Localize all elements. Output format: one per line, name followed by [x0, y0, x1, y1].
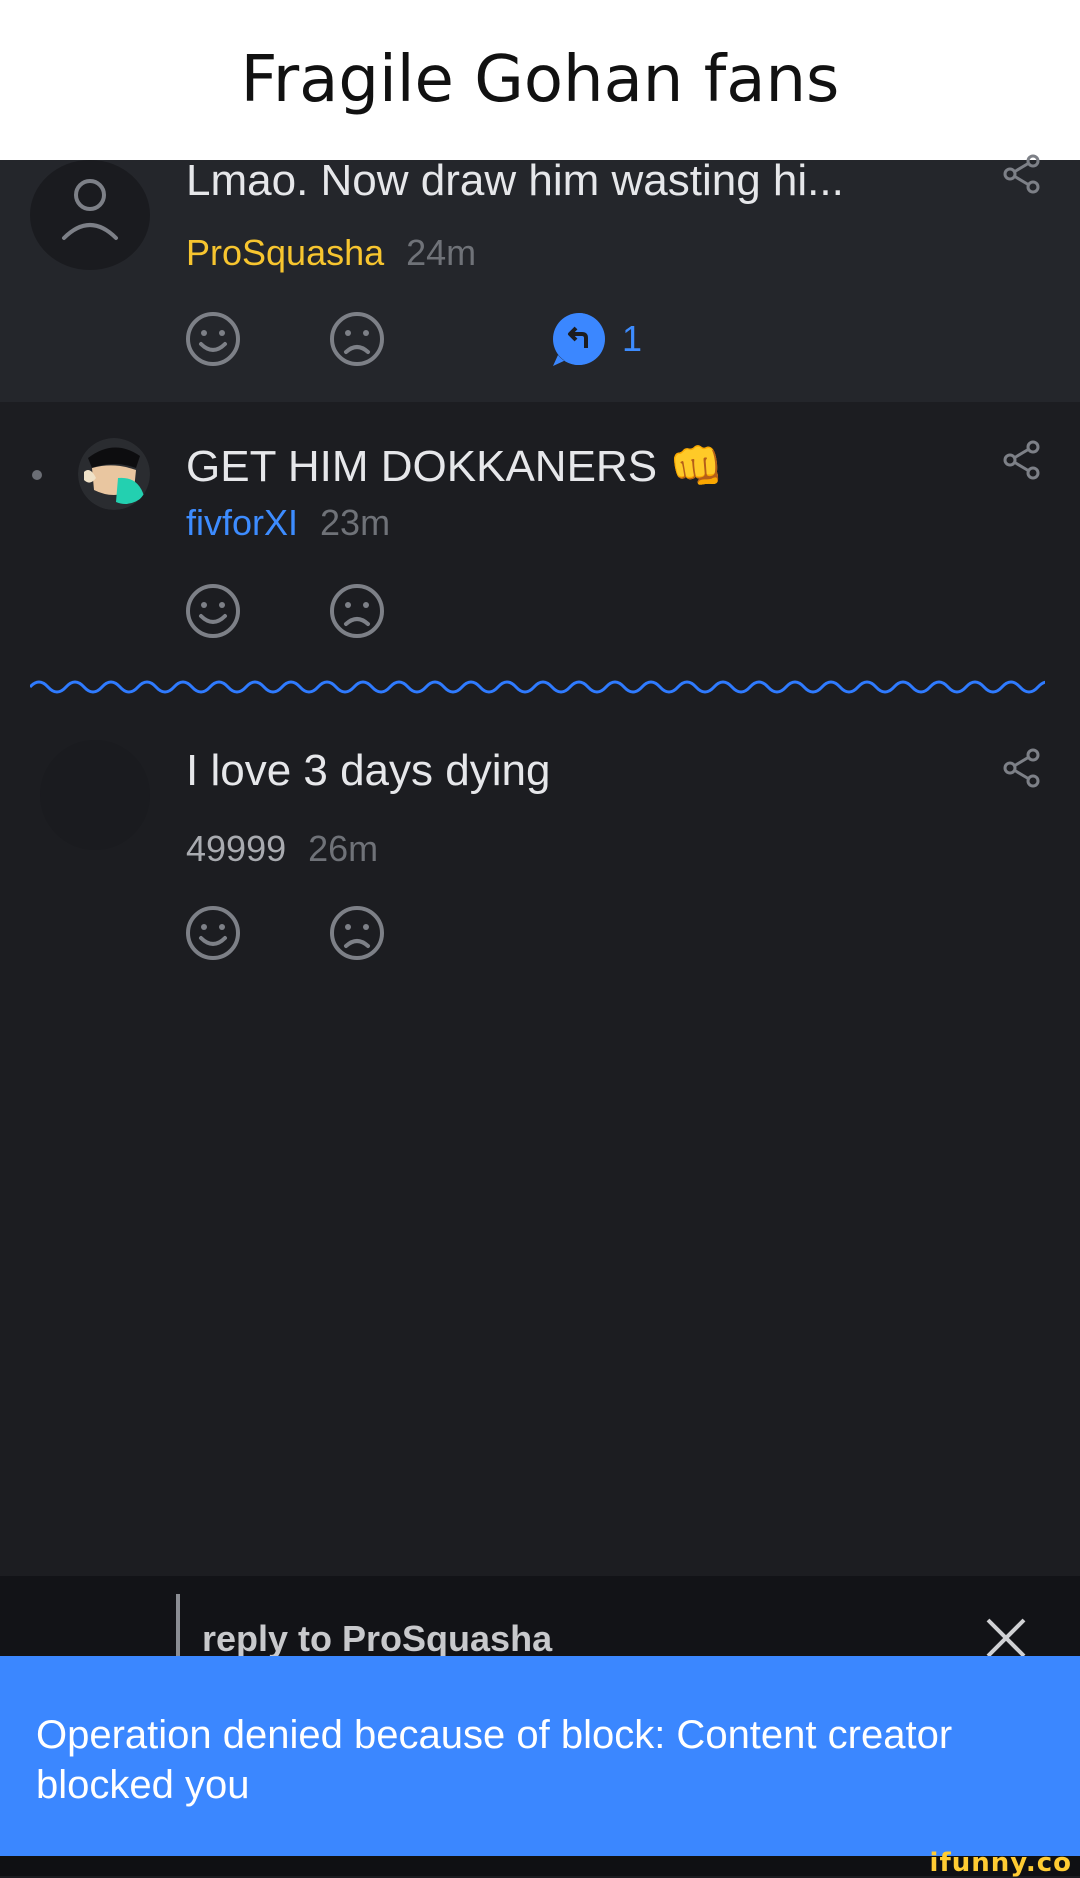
user-avatar[interactable]	[40, 740, 150, 850]
thread-bullet	[32, 470, 42, 480]
default-user-icon	[62, 179, 118, 240]
error-toast: Operation denied because of block: Conte…	[0, 1656, 1080, 1856]
reply-indicator-line	[176, 1594, 180, 1660]
comment-2[interactable]: GET HIM DOKKANERS 👊 fivforXI 23m	[0, 402, 1080, 672]
meme-caption: Fragile Gohan fans	[0, 0, 1080, 160]
user-avatar[interactable]	[30, 160, 150, 270]
comment-meta: ProSquasha 24m	[186, 232, 476, 274]
smile-icon[interactable]	[184, 904, 242, 962]
comment-username[interactable]: ProSquasha	[186, 232, 384, 273]
replies-button[interactable]: 1	[550, 310, 642, 368]
smile-icon[interactable]	[184, 310, 242, 368]
comment-text: I love 3 days dying	[186, 746, 551, 795]
reply-to-label: reply to ProSquasha	[202, 1618, 553, 1659]
comment-time: 24m	[406, 232, 477, 273]
comment-time: 26m	[308, 828, 379, 869]
share-icon[interactable]	[1002, 440, 1042, 480]
comment-username[interactable]: 49999	[186, 828, 286, 869]
comment-1[interactable]: Lmao. Now draw him wasting hi... ProSqua…	[0, 154, 1080, 402]
comment-username[interactable]: fivforXI	[186, 502, 298, 543]
comment-3[interactable]: I love 3 days dying 49999 26m	[0, 700, 1080, 1000]
share-icon[interactable]	[1002, 748, 1042, 788]
site-watermark: ifunny.co	[929, 1848, 1072, 1878]
reply-bubble-icon	[553, 313, 605, 366]
comment-meta: fivforXI 23m	[186, 502, 390, 544]
frown-icon[interactable]	[328, 582, 386, 640]
reply-composer-bar[interactable]: reply to ProSquasha	[0, 1576, 1080, 1660]
comment-text: Lmao. Now draw him wasting hi...	[186, 156, 844, 205]
toast-message: Operation denied because of block: Conte…	[36, 1713, 953, 1807]
comment-time: 23m	[320, 502, 391, 543]
reply-count: 1	[622, 318, 643, 359]
smile-icon[interactable]	[184, 582, 242, 640]
user-avatar[interactable]	[78, 438, 150, 510]
frown-icon[interactable]	[328, 310, 386, 368]
user-avatar-image	[78, 438, 150, 510]
comment-text: GET HIM DOKKANERS 👊	[186, 442, 725, 491]
wavy-divider	[30, 680, 1045, 694]
frown-icon[interactable]	[328, 904, 386, 962]
share-icon[interactable]	[1002, 154, 1042, 194]
bottom-strip	[0, 1856, 1080, 1876]
comment-meta: 49999 26m	[186, 828, 378, 870]
close-icon[interactable]	[984, 1616, 1028, 1660]
